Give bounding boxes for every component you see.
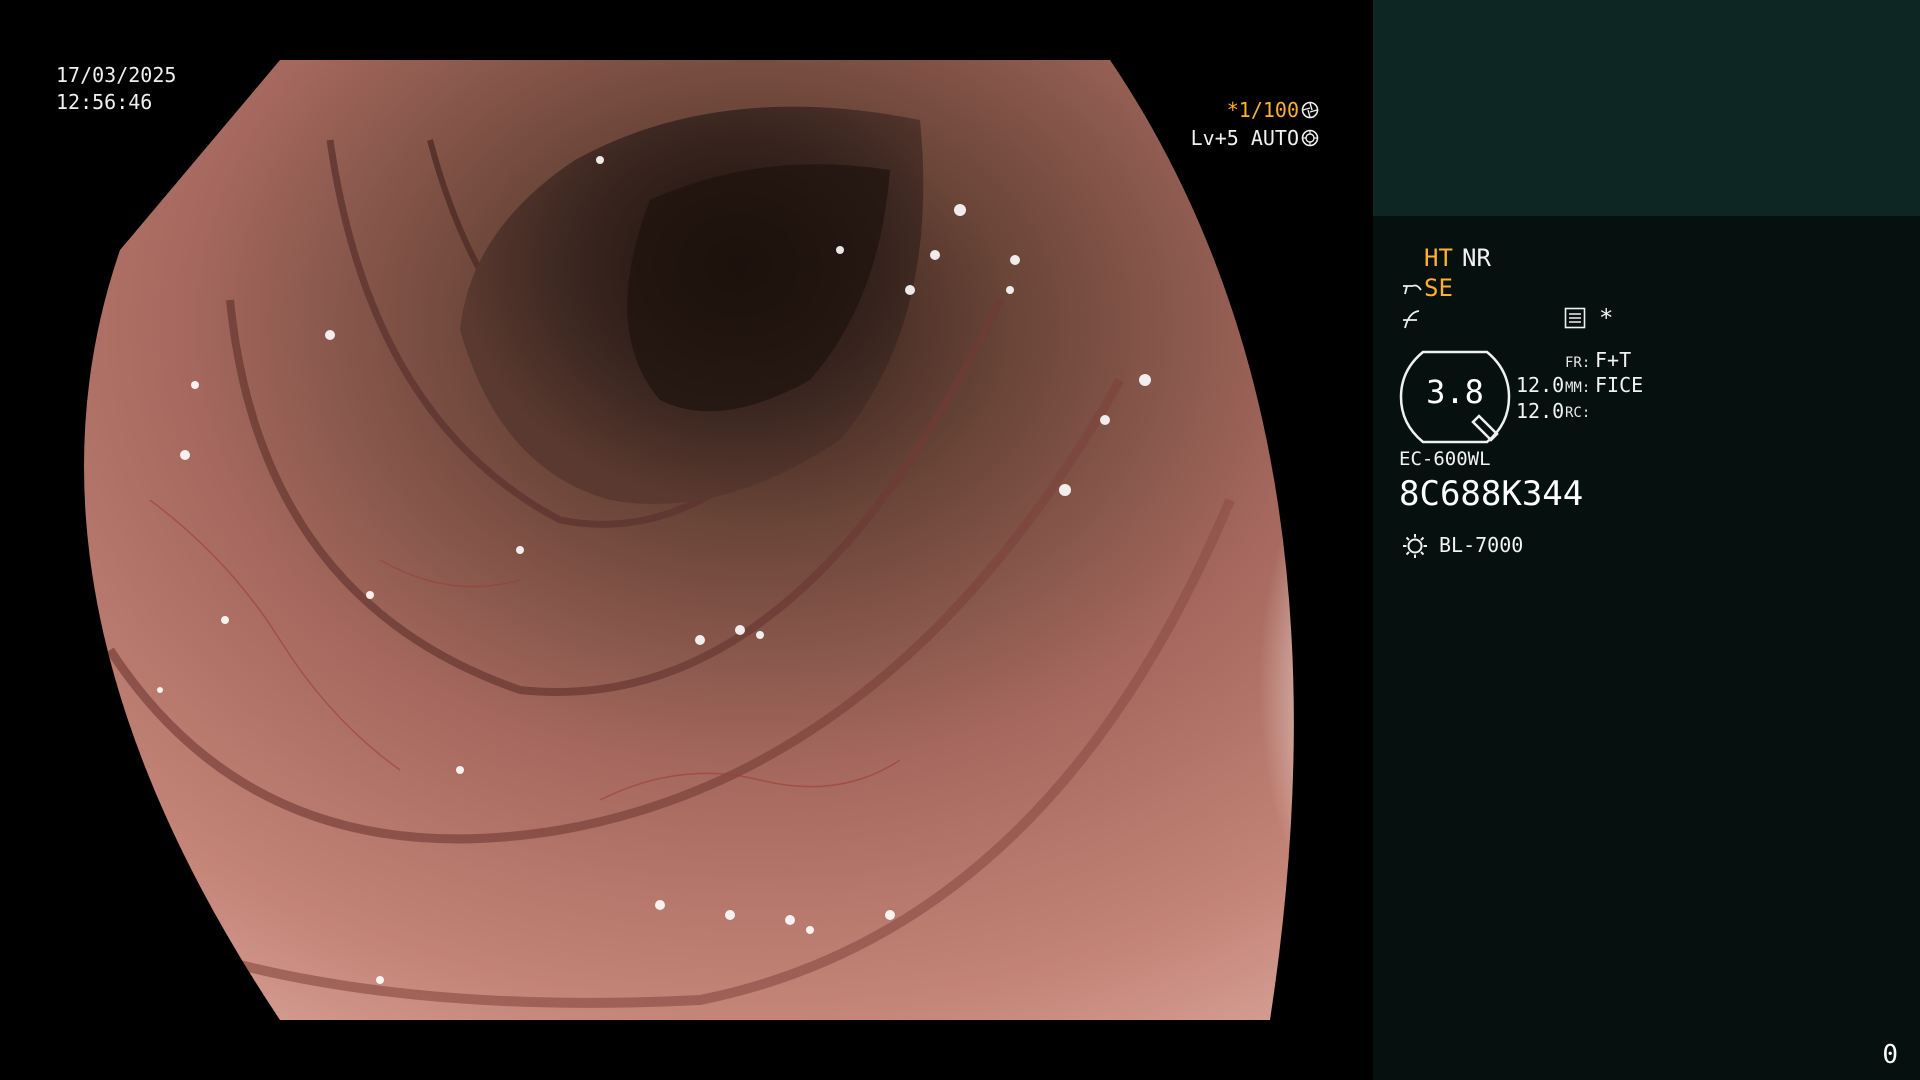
datetime-display: 17/03/2025 12:56:46 [56, 62, 176, 116]
structure-enhance-icon [1403, 284, 1422, 295]
page-number: 0 [1882, 1040, 1898, 1070]
rc-label: RC: [1565, 405, 1591, 421]
shutter-speed-display: *1/100 [1227, 98, 1319, 122]
nr-indicator: NR [1462, 244, 1491, 272]
star-indicator: * [1599, 304, 1614, 332]
mm-label: MM: [1565, 380, 1591, 396]
fr-value: F+T [1595, 348, 1632, 372]
time-text: 12:56:46 [56, 90, 153, 114]
enhance-curve-icon [1403, 310, 1420, 329]
brightness-level-display: Lv+5 AUTO [1191, 126, 1319, 150]
panel-header-area [1373, 0, 1920, 216]
se-indicator: SE [1424, 274, 1453, 302]
endoscope-viewport: 17/03/2025 12:56:46 *1/100 Lv+5 AUTO [0, 0, 1373, 1080]
aperture-icon [1301, 101, 1319, 119]
scope-model: EC-600WL [1399, 448, 1491, 470]
ht-indicator: HT [1424, 244, 1453, 272]
info-panel: HT NR SE * 3.8 12.0 12.0 FR: F+T MM: FIC… [1373, 0, 1920, 1080]
zoom-value: 3.8 [1426, 373, 1484, 411]
value-1: 12.0 [1516, 373, 1565, 397]
fr-label: FR: [1565, 355, 1591, 371]
light-source-label: BL-7000 [1439, 533, 1524, 557]
date-text: 17/03/2025 [56, 63, 177, 87]
level-text: Lv+5 AUTO [1190, 126, 1299, 150]
scope-serial: 8C688K344 [1399, 474, 1584, 514]
iris-icon [1301, 129, 1319, 147]
light-source-icon [1403, 534, 1427, 558]
shutter-text: *1/100 [1226, 98, 1299, 122]
menu-icon [1564, 307, 1586, 329]
value-2: 12.0 [1516, 399, 1565, 423]
endoscopic-image [84, 60, 1294, 1020]
mm-value: FICE [1595, 373, 1644, 397]
